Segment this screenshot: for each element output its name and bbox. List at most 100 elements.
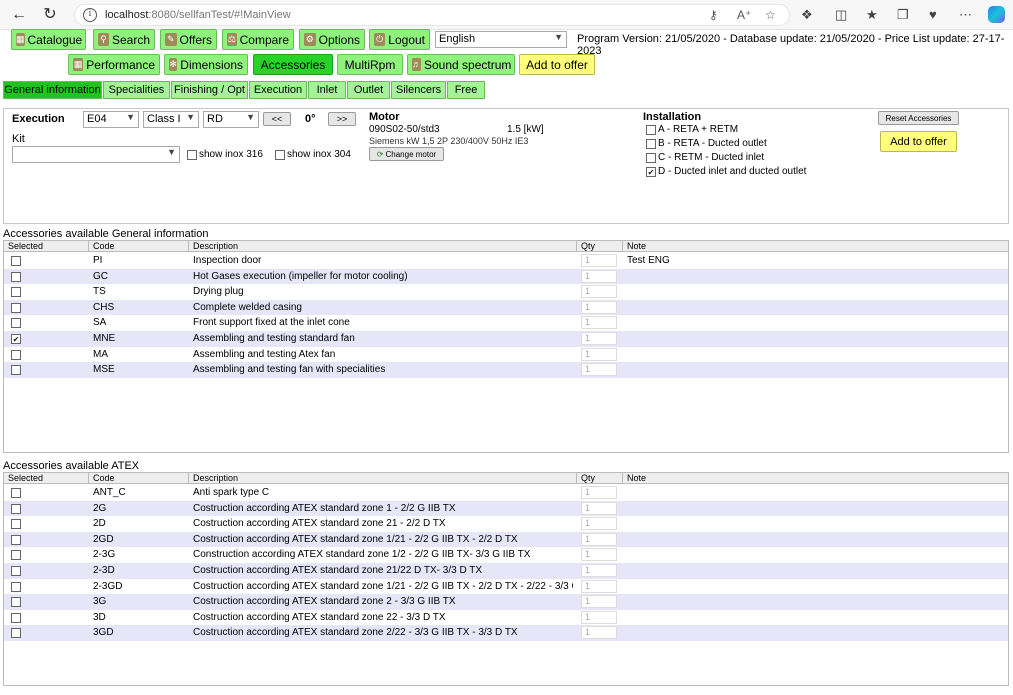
row-qty-input[interactable]: 1 bbox=[581, 332, 617, 345]
reload-icon[interactable]: ↻ bbox=[40, 5, 60, 25]
tab-silencers[interactable]: Silencers bbox=[391, 81, 446, 99]
kit-select[interactable]: ▼ bbox=[12, 146, 180, 163]
row-qty-input[interactable]: 1 bbox=[581, 532, 617, 546]
row-qty-input[interactable]: 1 bbox=[581, 316, 617, 330]
address-bar[interactable]: i localhost:8080/sellfanTest/#!MainView … bbox=[74, 4, 790, 26]
row-qty-input[interactable]: 1 bbox=[581, 254, 617, 267]
row-qty-input[interactable]: 1 bbox=[581, 626, 617, 640]
row-qty-input[interactable]: 1 bbox=[581, 548, 617, 562]
tab-inlet[interactable]: Inlet bbox=[308, 81, 346, 99]
add-to-offer-top-button[interactable]: Add to offer bbox=[519, 54, 595, 75]
sound-spectrum-button[interactable]: ♬ Sound spectrum bbox=[407, 54, 515, 75]
col-description: Description bbox=[193, 473, 239, 483]
browser-essentials-icon[interactable]: ♥ bbox=[929, 7, 937, 23]
tab-specialities[interactable]: Specialities bbox=[103, 81, 170, 99]
inox304-checkbox[interactable] bbox=[275, 150, 285, 160]
row-checkbox[interactable] bbox=[11, 597, 21, 608]
compare-button[interactable]: ⚖ Compare bbox=[222, 29, 294, 50]
row-qty-input[interactable]: 1 bbox=[581, 564, 617, 577]
rd-select[interactable]: RD ▼ bbox=[203, 111, 259, 128]
table-row: ANT_C Anti spark type C 1 bbox=[4, 485, 1008, 501]
row-checkbox[interactable] bbox=[11, 256, 21, 266]
tab-finishing-opt[interactable]: Finishing / Opt bbox=[171, 81, 248, 99]
row-qty-input[interactable]: 1 bbox=[581, 501, 617, 515]
row-qty-input[interactable]: 1 bbox=[581, 269, 617, 283]
performance-button[interactable]: ▦ Performance bbox=[68, 54, 160, 75]
row-checkbox[interactable] bbox=[11, 519, 21, 530]
change-motor-button[interactable]: ⟳ Change motor bbox=[369, 147, 444, 161]
row-qty-input[interactable]: 1 bbox=[581, 486, 617, 499]
split-screen-icon[interactable]: ◫ bbox=[835, 7, 847, 23]
row-checkbox[interactable] bbox=[11, 287, 21, 298]
read-aloud-icon[interactable]: A⁺ bbox=[737, 8, 751, 22]
row-checkbox[interactable] bbox=[11, 581, 21, 592]
installation-b-checkbox[interactable] bbox=[646, 139, 656, 149]
row-checkbox[interactable] bbox=[11, 334, 21, 344]
tab-free[interactable]: Free bbox=[447, 81, 485, 99]
favorite-star-icon[interactable]: ☆ bbox=[765, 8, 776, 22]
site-info-icon[interactable]: i bbox=[83, 8, 97, 22]
row-qty-input[interactable]: 1 bbox=[581, 300, 617, 314]
add-to-offer-button[interactable]: Add to offer bbox=[880, 131, 957, 152]
row-description: Anti spark type C bbox=[193, 487, 270, 498]
class-select[interactable]: Class I ▼ bbox=[143, 111, 199, 128]
row-qty-input[interactable]: 1 bbox=[581, 285, 617, 299]
row-checkbox[interactable] bbox=[11, 566, 21, 576]
reset-accessories-button[interactable]: Reset Accessories bbox=[878, 111, 959, 125]
row-checkbox[interactable] bbox=[11, 302, 21, 313]
table-row: 3G Costruction according ATEX standard zo… bbox=[4, 594, 1008, 610]
dimensions-icon: ✻ bbox=[169, 58, 178, 71]
more-menu-icon[interactable]: ⋯ bbox=[959, 7, 972, 23]
language-select[interactable]: English ▼ bbox=[435, 31, 567, 48]
table-row: 2-3GD Costruction according ATEX standard… bbox=[4, 579, 1008, 595]
collections-icon[interactable]: ❐ bbox=[897, 7, 909, 23]
accessories-button[interactable]: Accessories bbox=[253, 54, 333, 75]
row-note: Test ENG bbox=[627, 255, 670, 266]
installation-d-checkbox[interactable] bbox=[646, 167, 656, 177]
row-checkbox[interactable] bbox=[11, 612, 21, 623]
tab-outlet[interactable]: Outlet bbox=[347, 81, 390, 99]
rotate-next-button[interactable]: >> bbox=[328, 112, 356, 126]
row-checkbox[interactable] bbox=[11, 488, 21, 498]
offers-button[interactable]: ✎ Offers bbox=[160, 29, 217, 50]
row-qty-input[interactable]: 1 bbox=[581, 595, 617, 609]
row-code: PI bbox=[93, 255, 103, 266]
copilot-icon[interactable] bbox=[988, 6, 1005, 23]
catalogue-button[interactable]: ▦ Catalogue bbox=[11, 29, 86, 50]
row-checkbox[interactable] bbox=[11, 318, 21, 329]
row-qty-input[interactable]: 1 bbox=[581, 579, 617, 593]
row-checkbox[interactable] bbox=[11, 534, 21, 545]
row-code: CHS bbox=[93, 301, 115, 313]
row-qty-input[interactable]: 1 bbox=[581, 517, 617, 531]
row-qty-input[interactable]: 1 bbox=[581, 363, 617, 377]
row-checkbox[interactable] bbox=[11, 503, 21, 514]
row-checkbox[interactable] bbox=[11, 550, 21, 561]
row-description: Hot Gases execution (impeller for motor … bbox=[193, 270, 408, 282]
row-checkbox[interactable] bbox=[11, 271, 21, 282]
installation-a-checkbox[interactable] bbox=[646, 125, 656, 135]
extensions-icon[interactable]: ❖ bbox=[801, 7, 813, 23]
row-code: 3G bbox=[93, 596, 107, 608]
row-checkbox[interactable] bbox=[11, 349, 21, 360]
favorites-icon[interactable]: ★ bbox=[866, 7, 878, 23]
row-checkbox[interactable] bbox=[11, 365, 21, 376]
tab-general-information[interactable]: General information bbox=[3, 81, 102, 99]
row-qty-input[interactable]: 1 bbox=[581, 347, 617, 361]
installation-c-checkbox[interactable] bbox=[646, 153, 656, 163]
row-qty-input[interactable]: 1 bbox=[581, 610, 617, 624]
performance-icon: ▦ bbox=[73, 58, 84, 71]
row-code: MNE bbox=[93, 333, 116, 344]
logout-button[interactable]: ⏻ Logout bbox=[369, 29, 430, 50]
table-row: MSE Assembling and testing fan with speci… bbox=[4, 362, 1008, 378]
options-button[interactable]: ⚙ Options bbox=[299, 29, 365, 50]
rotate-prev-button[interactable]: << bbox=[263, 112, 291, 126]
dimensions-button[interactable]: ✻ Dimensions bbox=[164, 54, 248, 75]
row-checkbox[interactable] bbox=[11, 628, 21, 639]
multirpm-button[interactable]: MultiRpm bbox=[337, 54, 403, 75]
back-arrow-icon[interactable]: ← bbox=[9, 5, 29, 25]
key-icon[interactable]: ⚷ bbox=[709, 8, 718, 22]
inox316-checkbox[interactable] bbox=[187, 150, 197, 160]
search-button[interactable]: ⚲ Search bbox=[93, 29, 155, 50]
execution-select[interactable]: E04 ▼ bbox=[83, 111, 139, 128]
tab-execution[interactable]: Execution bbox=[249, 81, 307, 99]
